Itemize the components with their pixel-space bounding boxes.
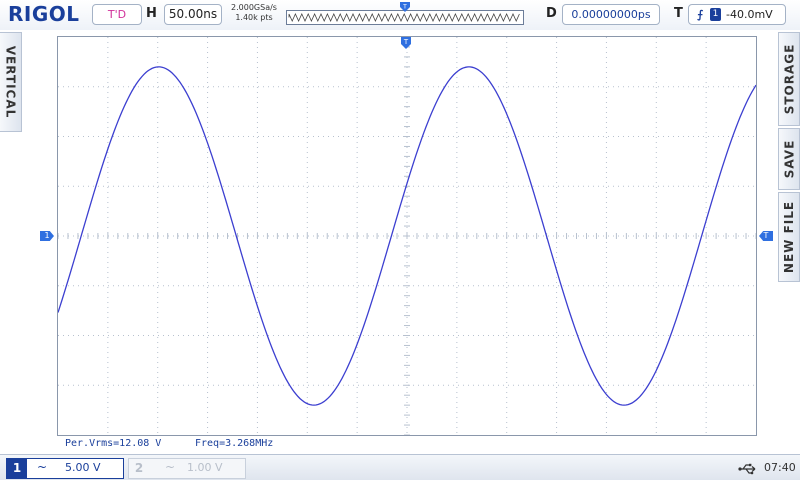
trigger-label: T [674, 6, 683, 21]
channel2-settings[interactable]: 2 ~ 1.00 V [128, 458, 246, 479]
ac-coupling-icon: ~ [37, 460, 48, 474]
top-status-bar: RIGOL T'D H 50.00ns 2.000GSa/s 1.40k pts… [0, 0, 800, 30]
usb-icon [738, 463, 756, 475]
storage-menu-tab[interactable]: STORAGE [778, 32, 800, 126]
save-button[interactable]: SAVE [778, 128, 800, 190]
memory-overview-bar[interactable] [286, 10, 524, 25]
channel2-scale: 1.00 V [187, 461, 223, 474]
channel1-settings[interactable]: 1 ~ 5.00 V [6, 458, 124, 479]
channel1-number: 1 [7, 459, 27, 478]
run-status-indicator[interactable]: T'D [92, 4, 142, 25]
trigger-level-marker[interactable]: T [759, 231, 773, 241]
ac-coupling-icon: ~ [165, 460, 176, 474]
channel1-waveform [58, 66, 756, 406]
channel1-offset-marker[interactable]: 1 [40, 231, 54, 241]
new-file-button-label: NEW FILE [782, 200, 797, 274]
channel1-scale: 5.00 V [65, 461, 101, 474]
measurement-frequency: Freq=3.268MHz [195, 438, 274, 449]
new-file-button[interactable]: NEW FILE [778, 192, 800, 282]
trigger-time-marker-icon[interactable]: T [400, 37, 412, 53]
channel-status-bar: 1 ~ 5.00 V 2 ~ 1.00 V 07:40 [0, 454, 800, 480]
storage-menu-label: STORAGE [782, 43, 797, 115]
sample-rate-text: 2.000GSa/s [231, 3, 277, 12]
save-button-label: SAVE [782, 139, 797, 179]
memory-depth-text: 1.40k pts [235, 13, 273, 22]
channel2-number: 2 [134, 461, 144, 475]
waveform-display[interactable] [57, 36, 757, 436]
trigger-level-value: -40.0mV [726, 8, 773, 21]
clock-display: 07:40 [764, 461, 796, 474]
acquisition-info: 2.000GSa/s 1.40k pts [226, 3, 282, 23]
measurement-vrms: Per.Vrms=12.08 V [65, 438, 162, 449]
trigger-time-marker-label: T [403, 38, 409, 46]
vertical-menu-tab[interactable]: VERTICAL [0, 32, 22, 132]
trigger-source-badge: 1 [710, 8, 721, 21]
memory-waveform-preview [288, 13, 520, 22]
vertical-menu-label: VERTICAL [3, 45, 18, 119]
timebase-display[interactable]: 50.00ns [164, 4, 222, 25]
horizontal-label: H [146, 6, 157, 21]
delay-label: D [546, 6, 557, 21]
trigger-position-icon: T [400, 2, 410, 12]
storage-side-menu: STORAGE SAVE NEW FILE [778, 32, 800, 282]
trigger-settings[interactable]: ⨍ 1 -40.0mV [688, 4, 786, 25]
brand-logo: RIGOL [8, 2, 80, 26]
trigger-position-marker-label: T [402, 4, 407, 11]
rising-edge-icon: ⨍ [697, 8, 704, 21]
delay-display[interactable]: 0.00000000ps [562, 4, 660, 25]
